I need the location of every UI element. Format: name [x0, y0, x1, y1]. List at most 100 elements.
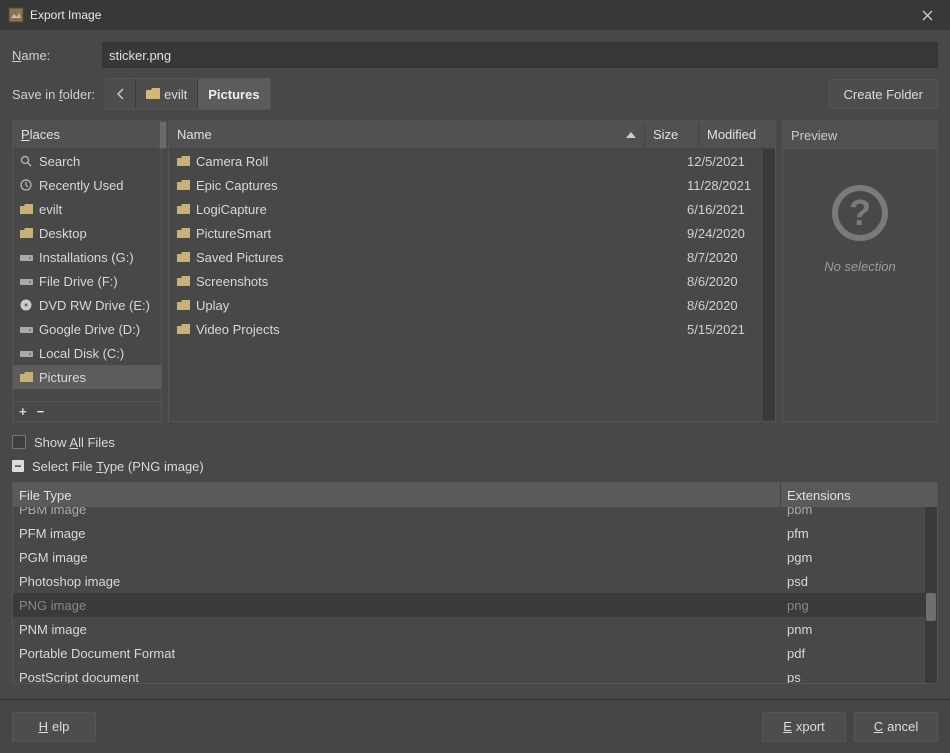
places-list: Search Recently Used eviltDesktop Installat… [13, 149, 161, 401]
name-label: Name: [12, 48, 102, 63]
folder-icon [177, 204, 190, 215]
filetype-scroll-thumb[interactable] [926, 593, 936, 621]
file-modified: 5/15/2021 [687, 322, 763, 337]
place-label: Recently Used [39, 178, 124, 193]
folder-icon [177, 300, 190, 311]
drive-icon [19, 253, 33, 262]
add-place-button[interactable]: + [19, 404, 27, 419]
save-in-label: Save in folder: [12, 87, 95, 102]
filetype-row[interactable]: PostScript documentps [13, 665, 937, 683]
filetype-panel: File Type Extensions PBM imagepbmPFM ima… [12, 482, 938, 684]
filetype-row[interactable]: PGM imagepgm [13, 545, 937, 569]
places-header[interactable]: Places [13, 121, 161, 149]
path-back-button[interactable] [106, 79, 136, 109]
cancel-button[interactable]: Cancel [854, 712, 938, 742]
file-modified: 8/7/2020 [687, 250, 763, 265]
place-label: Installations (G:) [39, 250, 134, 265]
filetype-name: PGM image [13, 550, 781, 565]
export-button[interactable]: Export [762, 712, 846, 742]
folder-icon [177, 276, 190, 287]
column-modified[interactable]: Modified [699, 121, 775, 148]
file-list-panel: Name Size Modified Camera Roll12/5/2021E… [168, 120, 776, 422]
place-label: Pictures [39, 370, 86, 385]
place-item-recently-used[interactable]: Recently Used [13, 173, 161, 197]
filetype-name: PBM image [13, 507, 781, 517]
file-list-body: Camera Roll12/5/2021Epic Captures11/28/2… [169, 149, 763, 421]
place-label: File Drive (F:) [39, 274, 118, 289]
place-item-local-disk-c-[interactable]: Local Disk (C:) [13, 341, 161, 365]
file-row[interactable]: Camera Roll12/5/2021 [169, 149, 763, 173]
filetype-header: File Type Extensions [13, 483, 937, 507]
show-all-checkbox[interactable] [12, 435, 26, 449]
place-item-installations-g-[interactable]: Installations (G:) [13, 245, 161, 269]
place-item-file-drive-f-[interactable]: File Drive (F:) [13, 269, 161, 293]
folder-icon [177, 156, 190, 167]
filetype-body: PBM imagepbmPFM imagepfmPGM imagepgmPhot… [13, 507, 937, 683]
file-name: Screenshots [196, 274, 268, 289]
file-name: Camera Roll [196, 154, 268, 169]
filetype-name: PNM image [13, 622, 781, 637]
place-item-pictures[interactable]: Pictures [13, 365, 161, 389]
filetype-row[interactable]: Photoshop imagepsd [13, 569, 937, 593]
folder-icon [19, 228, 33, 239]
file-row[interactable]: Uplay8/6/2020 [169, 293, 763, 317]
file-row[interactable]: Video Projects5/15/2021 [169, 317, 763, 341]
path-breadcrumb: evilt Pictures [105, 78, 270, 110]
file-row[interactable]: Saved Pictures8/7/2020 [169, 245, 763, 269]
file-list-scrollbar[interactable] [763, 149, 775, 421]
disc-icon [19, 299, 33, 311]
filetype-row[interactable]: Portable Document Formatpdf [13, 641, 937, 665]
filetype-expander[interactable]: − Select File Type (PNG image) [12, 456, 938, 476]
folder-icon [177, 180, 190, 191]
remove-place-button[interactable]: − [37, 404, 45, 419]
show-all-label[interactable]: Show All Files [34, 435, 115, 450]
filetype-col-name[interactable]: File Type [13, 483, 781, 507]
filetype-row[interactable]: PBM imagepbm [13, 507, 937, 521]
folder-icon [19, 372, 33, 383]
folder-icon [146, 88, 160, 100]
create-folder-button[interactable]: Create Folder [829, 79, 938, 109]
filename-input[interactable] [102, 42, 938, 68]
file-row[interactable]: Screenshots 8/6/2020 [169, 269, 763, 293]
name-row: Name: [12, 42, 938, 68]
filetype-col-ext[interactable]: Extensions [781, 483, 937, 507]
filetype-row[interactable]: PNG imagepng [13, 593, 937, 617]
file-row[interactable]: Epic Captures11/28/2021 [169, 173, 763, 197]
close-button[interactable] [912, 0, 942, 30]
preview-panel: Preview ? No selection [782, 120, 938, 422]
app-icon [8, 7, 24, 23]
file-modified: 8/6/2020 [687, 274, 763, 289]
show-all-row: Show All Files [12, 432, 938, 452]
filetype-name: Portable Document Format [13, 646, 781, 661]
drive-icon [19, 325, 33, 334]
filetype-ext: png [781, 598, 937, 613]
folder-icon [177, 324, 190, 335]
folder-icon [177, 252, 190, 263]
filetype-row[interactable]: PFM imagepfm [13, 521, 937, 545]
filetype-row[interactable]: PNM imagepnm [13, 617, 937, 641]
places-resize-handle[interactable] [159, 121, 167, 149]
file-row[interactable]: PictureSmart 9/24/2020 [169, 221, 763, 245]
file-modified: 9/24/2020 [687, 226, 763, 241]
path-segment-pictures[interactable]: Pictures [198, 79, 269, 109]
place-item-google-drive-d-[interactable]: Google Drive (D:) [13, 317, 161, 341]
path-segment-evilt[interactable]: evilt [136, 79, 198, 109]
column-size[interactable]: Size [645, 121, 699, 148]
filetype-name: PostScript document [13, 670, 781, 684]
filetype-ext: pbm [781, 507, 937, 517]
question-mark-icon: ? [832, 185, 888, 241]
place-item-desktop[interactable]: Desktop [13, 221, 161, 245]
place-item-evilt[interactable]: evilt [13, 197, 161, 221]
place-item-search[interactable]: Search [13, 149, 161, 173]
file-name: LogiCapture [196, 202, 267, 217]
file-modified: 11/28/2021 [687, 178, 763, 193]
help-button[interactable]: Help [12, 712, 96, 742]
place-item-dvd-rw-drive-e-[interactable]: DVD RW Drive (E:) [13, 293, 161, 317]
filetype-scrollbar[interactable] [925, 507, 937, 683]
drive-icon [19, 349, 33, 358]
file-name: PictureSmart [196, 226, 271, 241]
places-footer: + − [13, 401, 161, 421]
file-row[interactable]: LogiCapture 6/16/2021 [169, 197, 763, 221]
file-modified: 6/16/2021 [687, 202, 763, 217]
column-name[interactable]: Name [169, 121, 645, 148]
